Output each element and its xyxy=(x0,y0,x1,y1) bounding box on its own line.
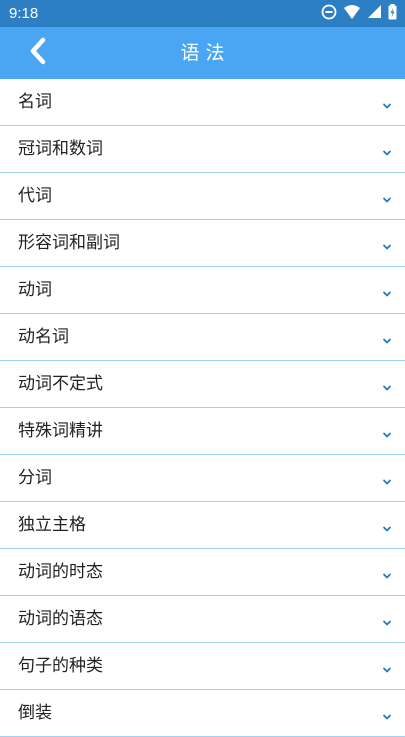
signal-icon xyxy=(367,4,382,23)
status-icons xyxy=(321,3,397,24)
list-item-label: 特殊词精讲 xyxy=(18,421,103,441)
list-item-label: 动词的语态 xyxy=(18,609,103,629)
chevron-down-icon xyxy=(382,425,392,438)
chevron-down-icon xyxy=(382,613,392,626)
battery-icon xyxy=(388,3,397,24)
list-item-label: 名词 xyxy=(18,92,52,112)
chevron-down-icon xyxy=(382,660,392,673)
status-bar: 9:18 xyxy=(0,0,405,27)
list-item-label: 句子的种类 xyxy=(18,656,103,676)
page-title: 语法 xyxy=(180,42,231,64)
list-item[interactable]: 句子的种类 xyxy=(0,643,405,690)
list-item-label: 倒装 xyxy=(18,703,52,723)
chevron-down-icon xyxy=(382,143,392,156)
list-item[interactable]: 动词的时态 xyxy=(0,549,405,596)
list-item[interactable]: 形容词和副词 xyxy=(0,220,405,267)
list-item-label: 形容词和副词 xyxy=(18,233,120,253)
list-item[interactable]: 名词 xyxy=(0,79,405,126)
wifi-icon xyxy=(343,4,361,24)
list-item-label: 分词 xyxy=(18,468,52,488)
list-item[interactable]: 独立主格 xyxy=(0,502,405,549)
list-item[interactable]: 代词 xyxy=(0,173,405,220)
status-time: 9:18 xyxy=(9,5,39,22)
chevron-down-icon xyxy=(382,519,392,532)
list-item-label: 动词不定式 xyxy=(18,374,103,394)
list-item[interactable]: 动词不定式 xyxy=(0,361,405,408)
chevron-down-icon xyxy=(382,378,392,391)
list-item[interactable]: 倒装 xyxy=(0,690,405,737)
list-item[interactable]: 特殊词精讲 xyxy=(0,408,405,455)
chevron-down-icon xyxy=(382,331,392,344)
chevron-down-icon xyxy=(382,96,392,109)
list-item[interactable]: 分词 xyxy=(0,455,405,502)
chevron-down-icon xyxy=(382,284,392,297)
chevron-down-icon xyxy=(382,566,392,579)
list-item[interactable]: 动名词 xyxy=(0,314,405,361)
chevron-down-icon xyxy=(382,707,392,720)
list-item[interactable]: 动词的语态 xyxy=(0,596,405,643)
list-item-label: 动名词 xyxy=(18,327,69,347)
chevron-down-icon xyxy=(382,237,392,250)
list-item-label: 动词 xyxy=(18,280,52,300)
list-item-label: 独立主格 xyxy=(18,515,86,535)
app-bar: 语法 xyxy=(0,27,405,79)
chevron-down-icon xyxy=(382,190,392,203)
list-item[interactable]: 冠词和数词 xyxy=(0,126,405,173)
chevron-down-icon xyxy=(382,472,392,485)
do-not-disturb-icon xyxy=(321,4,337,24)
list-item-label: 代词 xyxy=(18,186,52,206)
grammar-topic-list: 名词 冠词和数词 代词 形容词和副词 动词 动名词 动词不定式 特殊词精讲 分词… xyxy=(0,79,405,737)
list-item-label: 动词的时态 xyxy=(18,562,103,582)
list-item[interactable]: 动词 xyxy=(0,267,405,314)
list-item-label: 冠词和数词 xyxy=(18,139,103,159)
